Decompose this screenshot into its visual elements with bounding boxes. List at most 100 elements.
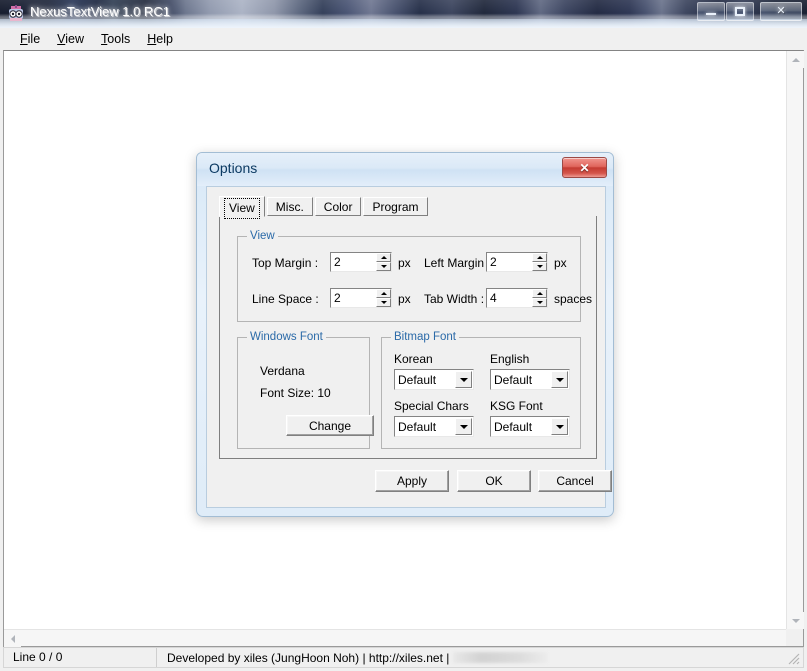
cancel-button-label: Cancel (556, 474, 593, 488)
label-tab-width: Tab Width : (424, 292, 484, 306)
triangle-down-icon (381, 301, 387, 304)
horizontal-scrollbar[interactable] (4, 629, 786, 646)
combo-ksg-font-arrow[interactable] (551, 418, 568, 435)
triangle-up-icon (381, 256, 387, 259)
combo-ksg-font-value: Default (491, 420, 551, 434)
triangle-up-icon (537, 256, 543, 259)
spinner-line-space-buttons[interactable] (376, 289, 391, 307)
bitmap-font-groupbox: Bitmap Font Korean Default English Defau… (381, 337, 581, 449)
apply-button[interactable]: Apply (375, 470, 449, 492)
dialog-titlebar: Options ✕ (197, 153, 613, 186)
dialog-close-button[interactable]: ✕ (562, 157, 607, 178)
spinner-tab-width[interactable]: 4 (486, 288, 548, 308)
tab-misc-label: Misc. (276, 200, 304, 214)
label-top-margin: Top Margin : (252, 256, 318, 270)
combo-special-chars[interactable]: Default (394, 416, 474, 437)
windows-font-name: Verdana (260, 364, 305, 378)
spinner-tab-width-buttons[interactable] (532, 289, 547, 307)
minimize-button[interactable] (697, 2, 725, 21)
spinner-top-margin-buttons[interactable] (376, 253, 391, 271)
minimize-icon (706, 13, 716, 15)
window-titlebar: NexusTextView 1.0 RC1 ✕ (0, 0, 807, 28)
triangle-down-icon (537, 301, 543, 304)
spinner-up-button[interactable] (532, 253, 547, 262)
scrollbar-corner (786, 629, 803, 646)
spinner-left-margin[interactable]: 2 (486, 252, 548, 272)
apply-button-label: Apply (397, 474, 427, 488)
close-button[interactable]: ✕ (760, 2, 802, 21)
window-title: NexusTextView 1.0 RC1 (30, 4, 170, 19)
menu-item-help[interactable]: Help (139, 30, 182, 48)
spinner-up-button[interactable] (376, 289, 391, 298)
ok-button-label: OK (485, 474, 502, 488)
tab-view[interactable]: View (219, 196, 265, 217)
maximize-button[interactable] (726, 2, 754, 21)
windows-font-groupbox: Windows Font Verdana Font Size: 10 Chang… (237, 337, 370, 449)
tab-page-view: View Top Margin : 2 px Left Margin : 2 (219, 216, 597, 459)
combo-korean[interactable]: Default (394, 369, 474, 390)
close-icon: ✕ (776, 6, 785, 17)
resize-grip-icon[interactable] (787, 652, 800, 665)
spinner-left-margin-buttons[interactable] (532, 253, 547, 271)
spinner-top-margin-value[interactable]: 2 (331, 253, 376, 271)
menu-item-view[interactable]: View (49, 30, 93, 48)
status-bar: Line 0 / 0 Developed by xiles (JungHoon … (3, 647, 804, 668)
label-left-margin: Left Margin : (424, 256, 491, 270)
vertical-scrollbar[interactable] (786, 51, 803, 629)
spinner-line-space-value[interactable]: 2 (331, 289, 376, 307)
spinner-down-button[interactable] (376, 262, 391, 271)
bitmap-font-groupbox-title: Bitmap Font (391, 331, 459, 343)
change-font-button[interactable]: Change (286, 415, 374, 436)
status-line-info: Line 0 / 0 (4, 648, 157, 667)
unit-line-space: px (398, 292, 411, 306)
chevron-down-icon (792, 619, 800, 623)
spinner-up-button[interactable] (376, 253, 391, 262)
chevron-down-icon (460, 378, 468, 382)
app-robot-icon (7, 5, 25, 22)
combo-english-arrow[interactable] (551, 371, 568, 388)
unit-tab-width: spaces (554, 292, 592, 306)
cancel-button[interactable]: Cancel (538, 470, 612, 492)
application-window: NexusTextView 1.0 RC1 ✕ File View Tools … (0, 0, 807, 671)
unit-top-margin: px (398, 256, 411, 270)
status-credit-text: Developed by xiles (JungHoon Noh) | http… (157, 651, 449, 665)
chevron-left-icon (11, 635, 15, 643)
triangle-up-icon (381, 292, 387, 295)
spinner-up-button[interactable] (532, 289, 547, 298)
menu-item-file[interactable]: File (12, 30, 49, 48)
triangle-down-icon (381, 265, 387, 268)
ok-button[interactable]: OK (457, 470, 531, 492)
tab-color-label: Color (324, 200, 353, 214)
spinner-top-margin[interactable]: 2 (330, 252, 392, 272)
menu-bar: File View Tools Help (2, 28, 805, 49)
menu-item-tools[interactable]: Tools (93, 30, 139, 48)
combo-korean-arrow[interactable] (455, 371, 472, 388)
status-redacted-region (453, 652, 548, 663)
spinner-down-button[interactable] (376, 298, 391, 307)
dialog-title: Options (209, 160, 257, 176)
spinner-left-margin-value[interactable]: 2 (487, 253, 532, 271)
spinner-line-space[interactable]: 2 (330, 288, 392, 308)
chevron-down-icon (556, 425, 564, 429)
combo-korean-value: Default (395, 373, 455, 387)
scroll-up-button[interactable] (787, 51, 804, 68)
chevron-down-icon (556, 378, 564, 382)
spinner-tab-width-value[interactable]: 4 (487, 289, 532, 307)
tab-color[interactable]: Color (315, 197, 362, 216)
combo-english-value: Default (491, 373, 551, 387)
scroll-down-button[interactable] (787, 612, 804, 629)
spinner-down-button[interactable] (532, 298, 547, 307)
windows-font-groupbox-title: Windows Font (247, 331, 326, 343)
close-icon: ✕ (579, 162, 589, 174)
scroll-left-button[interactable] (4, 630, 21, 647)
unit-left-margin: px (554, 256, 567, 270)
tab-program[interactable]: Program (363, 197, 427, 216)
options-dialog: Options ✕ View Misc. Color Program (196, 152, 614, 517)
label-korean: Korean (394, 352, 433, 366)
combo-english[interactable]: Default (490, 369, 570, 390)
tab-misc[interactable]: Misc. (267, 197, 313, 216)
spinner-down-button[interactable] (532, 262, 547, 271)
combo-special-chars-arrow[interactable] (455, 418, 472, 435)
chevron-down-icon (460, 425, 468, 429)
combo-ksg-font[interactable]: Default (490, 416, 570, 437)
